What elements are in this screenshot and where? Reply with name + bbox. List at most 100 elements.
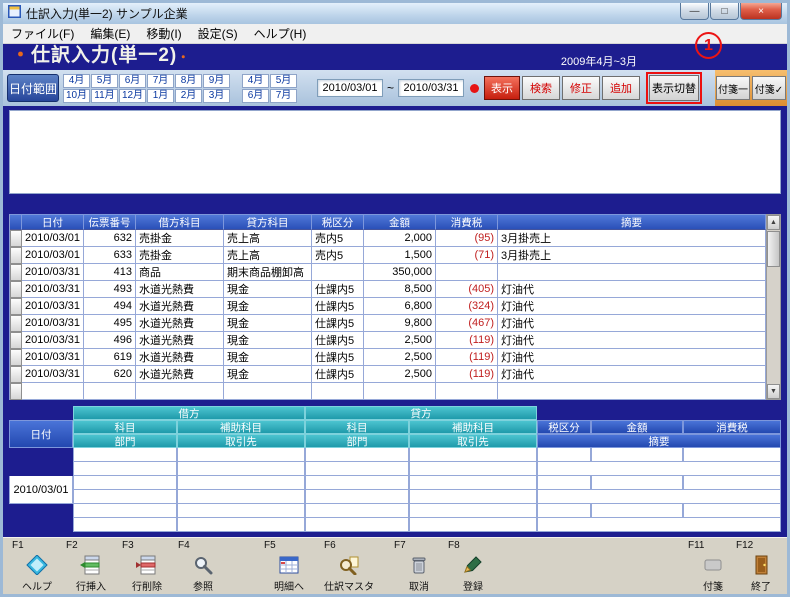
- table-row[interactable]: 2010/03/31 494 水道光熱費 現金 仕課内5 6,800 (324) 灯油代: [10, 298, 766, 315]
- table-row[interactable]: 2010/03/31 620 水道光熱費 現金 仕課内5 2,500 (119) 灯油代: [10, 366, 766, 383]
- cell-memo[interactable]: [498, 264, 766, 281]
- form-debit-subject-cell[interactable]: [73, 448, 177, 462]
- form-tax-cell[interactable]: [683, 504, 781, 518]
- cell-debit-subject[interactable]: 売掛金: [136, 247, 224, 264]
- cell-date[interactable]: 2010/03/31: [22, 349, 84, 366]
- table-row[interactable]: 2010/03/01 633 売掛金 売上高 売内5 1,500 (71) 3月掛売上: [10, 247, 766, 264]
- form-credit-department-cell[interactable]: [305, 462, 409, 476]
- fn-f3-button[interactable]: F3 行削除: [119, 540, 175, 593]
- month-button[interactable]: 6月: [119, 73, 146, 88]
- form-debit-department-cell[interactable]: [73, 518, 177, 532]
- month-button[interactable]: 11月: [91, 88, 118, 103]
- menu-item-settings[interactable]: 設定(S): [190, 23, 246, 44]
- fn-f6-button[interactable]: F6 仕訳マスタ: [321, 540, 377, 593]
- form-debit-partner-cell[interactable]: [177, 462, 305, 476]
- fn-f1-button[interactable]: F1 ヘルプ: [9, 540, 65, 593]
- cell-amount[interactable]: 2,000: [364, 230, 436, 247]
- cell-amount[interactable]: [364, 383, 436, 400]
- cell-credit-subject[interactable]: 売上高: [224, 247, 312, 264]
- month-button[interactable]: 12月: [119, 88, 146, 103]
- cell-date[interactable]: 2010/03/01: [22, 247, 84, 264]
- cell-tax[interactable]: (324): [436, 298, 498, 315]
- form-debit-partner-cell[interactable]: [177, 490, 305, 504]
- cell-tax[interactable]: (119): [436, 349, 498, 366]
- fn-f4-button[interactable]: F4 参照: [175, 540, 231, 593]
- month-button[interactable]: 1月: [147, 88, 174, 103]
- form-memo-cell[interactable]: [537, 490, 781, 504]
- form-tax-class-cell[interactable]: [537, 504, 591, 518]
- cell-tax-class[interactable]: 売内5: [312, 247, 364, 264]
- cell-voucher-no[interactable]: 495: [84, 315, 136, 332]
- form-tax-cell[interactable]: [683, 476, 781, 490]
- form-amount-cell[interactable]: [591, 448, 683, 462]
- cell-voucher-no[interactable]: 496: [84, 332, 136, 349]
- form-credit-partner-cell[interactable]: [409, 518, 537, 532]
- cell-tax[interactable]: (95): [436, 230, 498, 247]
- form-memo-cell[interactable]: [537, 462, 781, 476]
- row-selector-button[interactable]: [10, 349, 22, 366]
- cell-voucher-no[interactable]: 620: [84, 366, 136, 383]
- cell-voucher-no[interactable]: 619: [84, 349, 136, 366]
- cell-credit-subject[interactable]: 現金: [224, 281, 312, 298]
- cell-voucher-no[interactable]: [84, 383, 136, 400]
- vertical-scrollbar[interactable]: ▲ ▼: [766, 214, 781, 400]
- table-row[interactable]: 2010/03/31 413 商品 期末商品棚卸高 350,000: [10, 264, 766, 281]
- form-date-cell[interactable]: [9, 448, 73, 476]
- cell-memo[interactable]: 灯油代: [498, 315, 766, 332]
- cell-date[interactable]: 2010/03/31: [22, 281, 84, 298]
- cell-memo[interactable]: 灯油代: [498, 281, 766, 298]
- date-to-input[interactable]: 2010/03/31: [398, 79, 465, 97]
- cell-date[interactable]: 2010/03/31: [22, 332, 84, 349]
- menu-item-move[interactable]: 移動(I): [138, 23, 189, 44]
- cell-tax-class[interactable]: 仕課内5: [312, 281, 364, 298]
- cell-memo[interactable]: 3月掛売上: [498, 247, 766, 264]
- menu-item-edit[interactable]: 編集(E): [82, 23, 138, 44]
- form-debit-subject-cell[interactable]: [73, 504, 177, 518]
- cell-memo[interactable]: 灯油代: [498, 349, 766, 366]
- cell-date[interactable]: [22, 383, 84, 400]
- cell-voucher-no[interactable]: 494: [84, 298, 136, 315]
- form-credit-partner-cell[interactable]: [409, 462, 537, 476]
- month-button[interactable]: 7月: [270, 88, 297, 103]
- cell-credit-subject[interactable]: 現金: [224, 366, 312, 383]
- month-button[interactable]: 4月: [63, 73, 90, 88]
- cell-tax[interactable]: [436, 264, 498, 281]
- cell-credit-subject[interactable]: [224, 383, 312, 400]
- cell-credit-subject[interactable]: 現金: [224, 315, 312, 332]
- cell-date[interactable]: 2010/03/31: [22, 315, 84, 332]
- cell-date[interactable]: 2010/03/01: [22, 230, 84, 247]
- cell-debit-subject[interactable]: 水道光熱費: [136, 298, 224, 315]
- cell-amount[interactable]: 6,800: [364, 298, 436, 315]
- cell-amount[interactable]: 350,000: [364, 264, 436, 281]
- form-credit-sub-subject-cell[interactable]: [409, 504, 537, 518]
- cell-date[interactable]: 2010/03/31: [22, 298, 84, 315]
- row-selector-button[interactable]: [10, 315, 22, 332]
- cell-memo[interactable]: 灯油代: [498, 332, 766, 349]
- cell-amount[interactable]: 2,500: [364, 332, 436, 349]
- month-button[interactable]: 5月: [91, 73, 118, 88]
- cell-debit-subject[interactable]: 水道光熱費: [136, 315, 224, 332]
- fusen-check-button[interactable]: 付箋✓: [752, 76, 786, 100]
- cell-debit-subject[interactable]: [136, 383, 224, 400]
- form-debit-sub-subject-cell[interactable]: [177, 476, 305, 490]
- cell-debit-subject[interactable]: 水道光熱費: [136, 281, 224, 298]
- table-row[interactable]: 2010/03/31 495 水道光熱費 現金 仕課内5 9,800 (467) 灯油代: [10, 315, 766, 332]
- view-toggle-button[interactable]: 表示切替: [649, 75, 700, 101]
- row-selector-button[interactable]: [10, 366, 22, 383]
- maximize-button[interactable]: □: [710, 3, 739, 20]
- form-credit-sub-subject-cell[interactable]: [409, 448, 537, 462]
- form-credit-partner-cell[interactable]: [409, 490, 537, 504]
- cell-debit-subject[interactable]: 水道光熱費: [136, 332, 224, 349]
- add-button[interactable]: 追加: [602, 76, 641, 100]
- cell-debit-subject[interactable]: 水道光熱費: [136, 366, 224, 383]
- cell-amount[interactable]: 2,500: [364, 349, 436, 366]
- cell-date[interactable]: 2010/03/31: [22, 264, 84, 281]
- row-selector-button[interactable]: [10, 264, 22, 281]
- form-debit-department-cell[interactable]: [73, 490, 177, 504]
- cell-amount[interactable]: 2,500: [364, 366, 436, 383]
- cell-tax[interactable]: (405): [436, 281, 498, 298]
- title-bar[interactable]: 仕訳入力(単一2) サンプル企業 — □ ×: [3, 3, 787, 24]
- form-amount-cell[interactable]: [591, 504, 683, 518]
- row-selector-button[interactable]: [10, 247, 22, 264]
- form-debit-partner-cell[interactable]: [177, 518, 305, 532]
